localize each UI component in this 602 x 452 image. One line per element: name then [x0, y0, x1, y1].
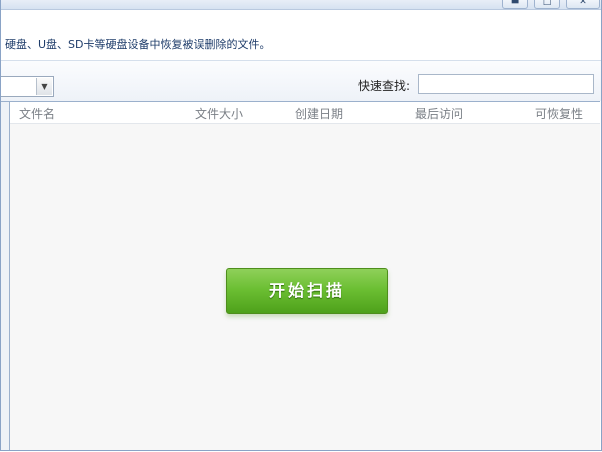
- close-button[interactable]: ✕: [566, 0, 600, 9]
- description-area: 硬盘、U盘、SD卡等硬盘设备中恢复被误删除的文件。: [1, 10, 601, 61]
- minimize-button[interactable]: ▬: [502, 0, 528, 9]
- column-header-filename[interactable]: 文件名: [19, 105, 55, 122]
- column-header-last-access[interactable]: 最后访问: [415, 105, 463, 122]
- app-window: ▬ □ ✕ 硬盘、U盘、SD卡等硬盘设备中恢复被误删除的文件。 ▼ 快速查找: …: [0, 0, 602, 451]
- column-header-filesize[interactable]: 文件大小: [195, 105, 243, 122]
- column-header-created[interactable]: 创建日期: [295, 105, 343, 122]
- toolbar: ▼ 快速查找:: [1, 61, 601, 101]
- description-text: 硬盘、U盘、SD卡等硬盘设备中恢复被误删除的文件。: [5, 38, 271, 51]
- drive-select[interactable]: ▼: [1, 76, 54, 97]
- start-scan-button[interactable]: 开始扫描: [226, 268, 388, 314]
- minimize-icon: ▬: [510, 0, 520, 7]
- search-label: 快速查找:: [358, 79, 411, 93]
- left-panel-edge: [1, 102, 10, 450]
- search-input[interactable]: [418, 74, 594, 94]
- maximize-icon: □: [542, 0, 552, 7]
- close-icon: ✕: [579, 0, 587, 7]
- dropdown-arrow-icon[interactable]: ▼: [36, 78, 52, 95]
- file-list-header: 文件名 文件大小 创建日期 最后访问 可恢复性: [10, 102, 600, 124]
- title-bar: ▬ □ ✕: [1, 0, 601, 10]
- column-header-recoverability[interactable]: 可恢复性: [535, 105, 583, 122]
- maximize-button[interactable]: □: [534, 0, 560, 9]
